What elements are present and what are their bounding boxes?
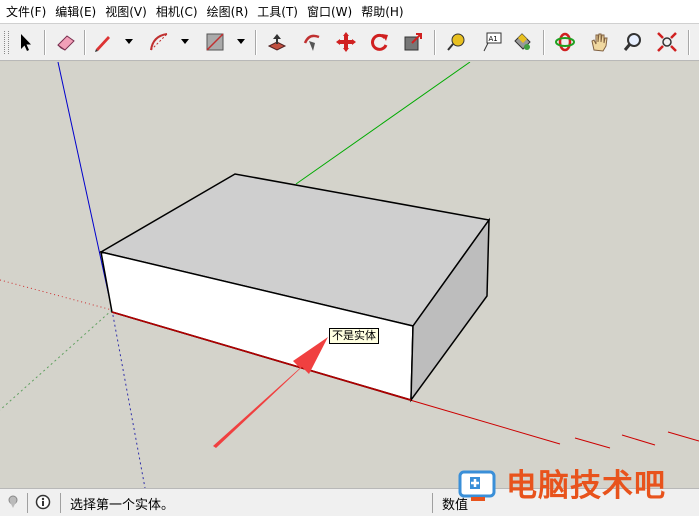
push-pull-icon: [267, 34, 287, 51]
blue-axis-negative: [111, 309, 146, 488]
rotate-icon: [371, 33, 388, 51]
red-axis-negative: [0, 279, 113, 311]
move-tool-button[interactable]: [333, 29, 359, 55]
watermark-text: 电脑技术吧: [506, 468, 666, 504]
move-icon: [336, 32, 356, 52]
status-separator: [60, 493, 61, 513]
menu-camera[interactable]: 相机(C): [154, 3, 205, 20]
toolbar-separator: [44, 30, 46, 55]
eraser-icon: [57, 35, 75, 51]
chevron-down-icon[interactable]: [180, 36, 190, 48]
info-icon[interactable]: [35, 494, 51, 510]
select-icon: [21, 34, 31, 51]
red-axis: [409, 399, 561, 445]
orbit-tool-button[interactable]: [552, 29, 578, 55]
orbit-icon: [555, 32, 575, 52]
pencil-tool-button[interactable]: [90, 29, 116, 55]
tape-measure-icon: [447, 33, 465, 51]
menu-help[interactable]: 帮助(H): [359, 3, 410, 20]
menu-edit[interactable]: 编辑(E): [53, 3, 103, 20]
chevron-down-icon[interactable]: [124, 36, 134, 48]
menu-tools[interactable]: 工具(T): [255, 3, 305, 20]
rotate-tool-button[interactable]: [366, 29, 392, 55]
menu-view[interactable]: 视图(V): [103, 3, 154, 20]
toolbar-separator: [688, 30, 690, 55]
red-axis-dash: [574, 437, 611, 449]
toolbar-separator: [434, 30, 436, 55]
menu-window[interactable]: 窗口(W): [305, 3, 359, 20]
eraser-tool-button[interactable]: [53, 29, 79, 55]
green-axis: [295, 62, 471, 185]
main-toolbar: A1: [0, 24, 699, 61]
follow-me-tool-button[interactable]: [299, 29, 325, 55]
toolbar-grip[interactable]: [4, 31, 9, 54]
arc-tool-button[interactable]: [146, 29, 172, 55]
tape-measure-tool-button[interactable]: [443, 29, 469, 55]
menu-bar: 文件(F) 编辑(E) 视图(V) 相机(C) 绘图(R) 工具(T) 窗口(W…: [0, 0, 699, 24]
follow-me-icon: [303, 34, 320, 51]
text-tool-button[interactable]: A1: [478, 29, 504, 55]
zoom-icon: [623, 33, 641, 51]
pan-tool-button[interactable]: [586, 29, 612, 55]
toolbar-separator: [543, 30, 545, 55]
paint-bucket-tool-button[interactable]: [509, 29, 535, 55]
menu-file[interactable]: 文件(F): [4, 3, 53, 20]
text-tool-label: A1: [489, 35, 498, 43]
pan-icon: [591, 33, 608, 52]
arc-icon: [150, 33, 168, 51]
chevron-down-icon[interactable]: [236, 36, 246, 48]
green-axis-negative: [0, 309, 113, 411]
zoom-extents-tool-button[interactable]: [654, 29, 680, 55]
select-tool-button[interactable]: [12, 29, 38, 55]
toolbar-separator: [84, 30, 86, 55]
menu-draw[interactable]: 绘图(R): [205, 3, 256, 20]
blue-axis: [57, 62, 113, 311]
entity-tooltip: 不是实体: [329, 328, 379, 344]
zoom-extents-icon: [657, 32, 677, 52]
geo-location-icon[interactable]: [5, 494, 21, 510]
status-message: 选择第一个实体。: [70, 498, 175, 513]
red-axis-dash: [621, 434, 656, 446]
rectangle-icon: [206, 33, 224, 51]
paint-bucket-icon: [514, 33, 531, 50]
modeling-viewport[interactable]: 不是实体: [0, 62, 699, 488]
push-pull-tool-button[interactable]: [264, 29, 290, 55]
status-separator: [432, 493, 433, 513]
model-scene: [0, 62, 699, 488]
status-separator: [27, 493, 28, 513]
toolbar-separator: [255, 30, 257, 55]
rectangle-tool-button[interactable]: [202, 29, 228, 55]
zoom-tool-button[interactable]: [620, 29, 646, 55]
watermark: 电脑技术吧: [456, 466, 666, 506]
offset-tool-button[interactable]: [400, 29, 426, 55]
red-axis-dash: [667, 431, 699, 442]
pencil-icon: [95, 36, 110, 52]
text-label-icon: A1: [483, 32, 502, 52]
computer-logo-icon: [458, 470, 496, 501]
offset-icon: [404, 33, 422, 51]
